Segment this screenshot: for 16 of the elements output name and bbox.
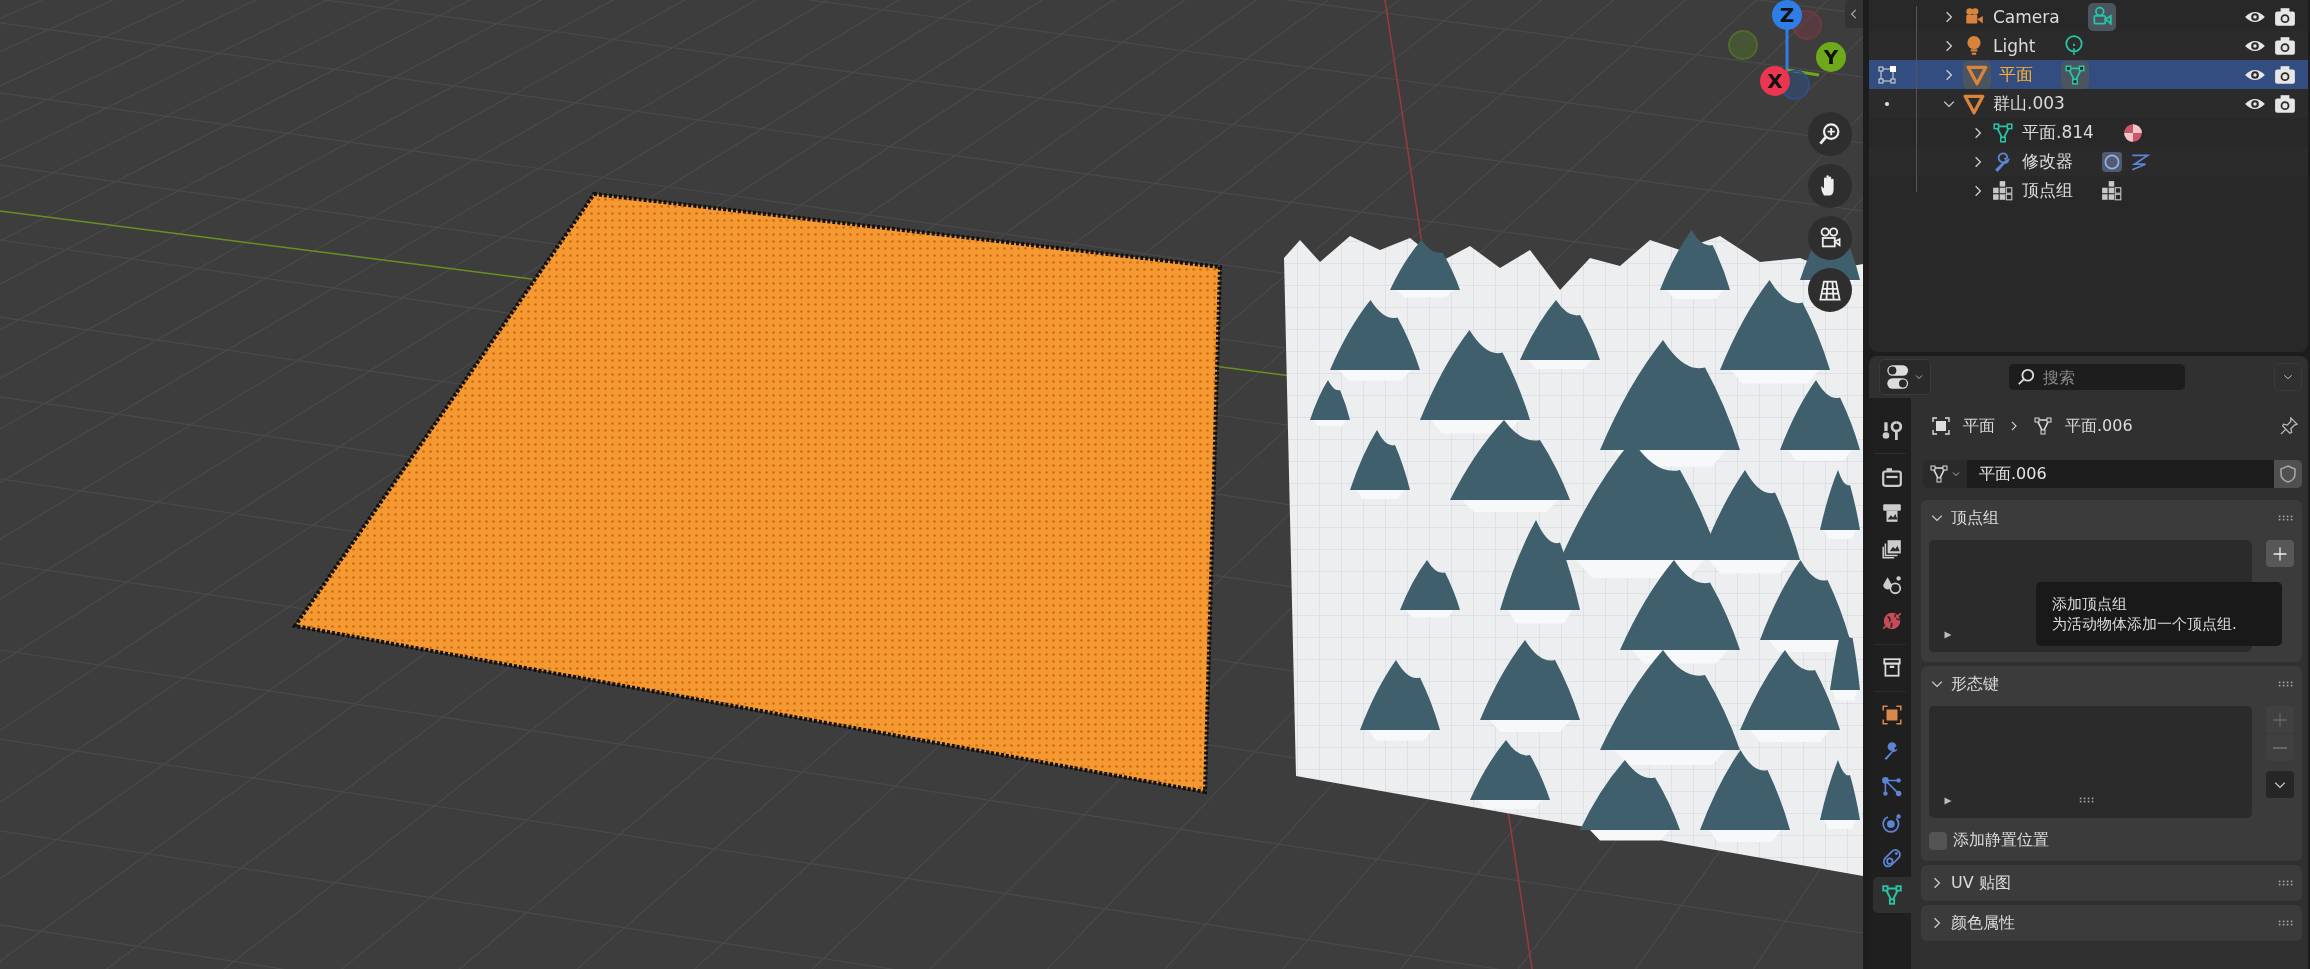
item-name: Camera	[1993, 6, 2060, 27]
item-name: 平面	[1999, 63, 2033, 86]
item-name: 群山.003	[1993, 92, 2065, 115]
checkbox-label: 添加静置位置	[1953, 830, 2049, 851]
tooltip-text: 为活动物体添加一个顶点组.	[2052, 614, 2238, 634]
panel-title: 颜色属性	[1951, 912, 2015, 934]
panel-title: UV 贴图	[1951, 872, 2011, 894]
item-name: 修改器	[2022, 150, 2073, 173]
panel-title: 顶点组	[1951, 507, 1999, 529]
breadcrumb-item: 平面	[1963, 415, 1995, 437]
item-name: Light	[1993, 35, 2036, 56]
breadcrumb-item: 平面.006	[2065, 415, 2133, 437]
item-name: 顶点组	[2022, 179, 2073, 202]
panel-title: 形态键	[1951, 673, 1999, 695]
tooltip-title: 添加顶点组	[2052, 594, 2128, 614]
item-name: 平面.814	[2022, 121, 2094, 144]
